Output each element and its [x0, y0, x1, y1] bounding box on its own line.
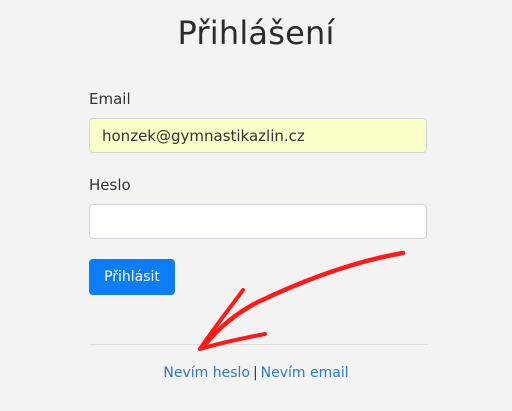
- arrow-head-bottom: [198, 332, 267, 351]
- email-field[interactable]: [89, 118, 427, 153]
- password-label: Heslo: [89, 176, 131, 194]
- links-separator: |: [252, 365, 258, 381]
- password-field[interactable]: [89, 204, 427, 239]
- login-button[interactable]: Přihlásit: [89, 259, 175, 295]
- page-title: Přihlášení: [177, 14, 335, 52]
- arrow-shaft: [200, 250, 406, 350]
- forgot-password-link[interactable]: Nevím heslo: [163, 365, 250, 381]
- help-links: Nevím heslo | Nevím email: [0, 365, 512, 381]
- forgot-email-link[interactable]: Nevím email: [261, 365, 349, 381]
- email-label: Email: [89, 90, 131, 108]
- divider: [89, 344, 428, 345]
- arrow-head-left: [198, 288, 245, 351]
